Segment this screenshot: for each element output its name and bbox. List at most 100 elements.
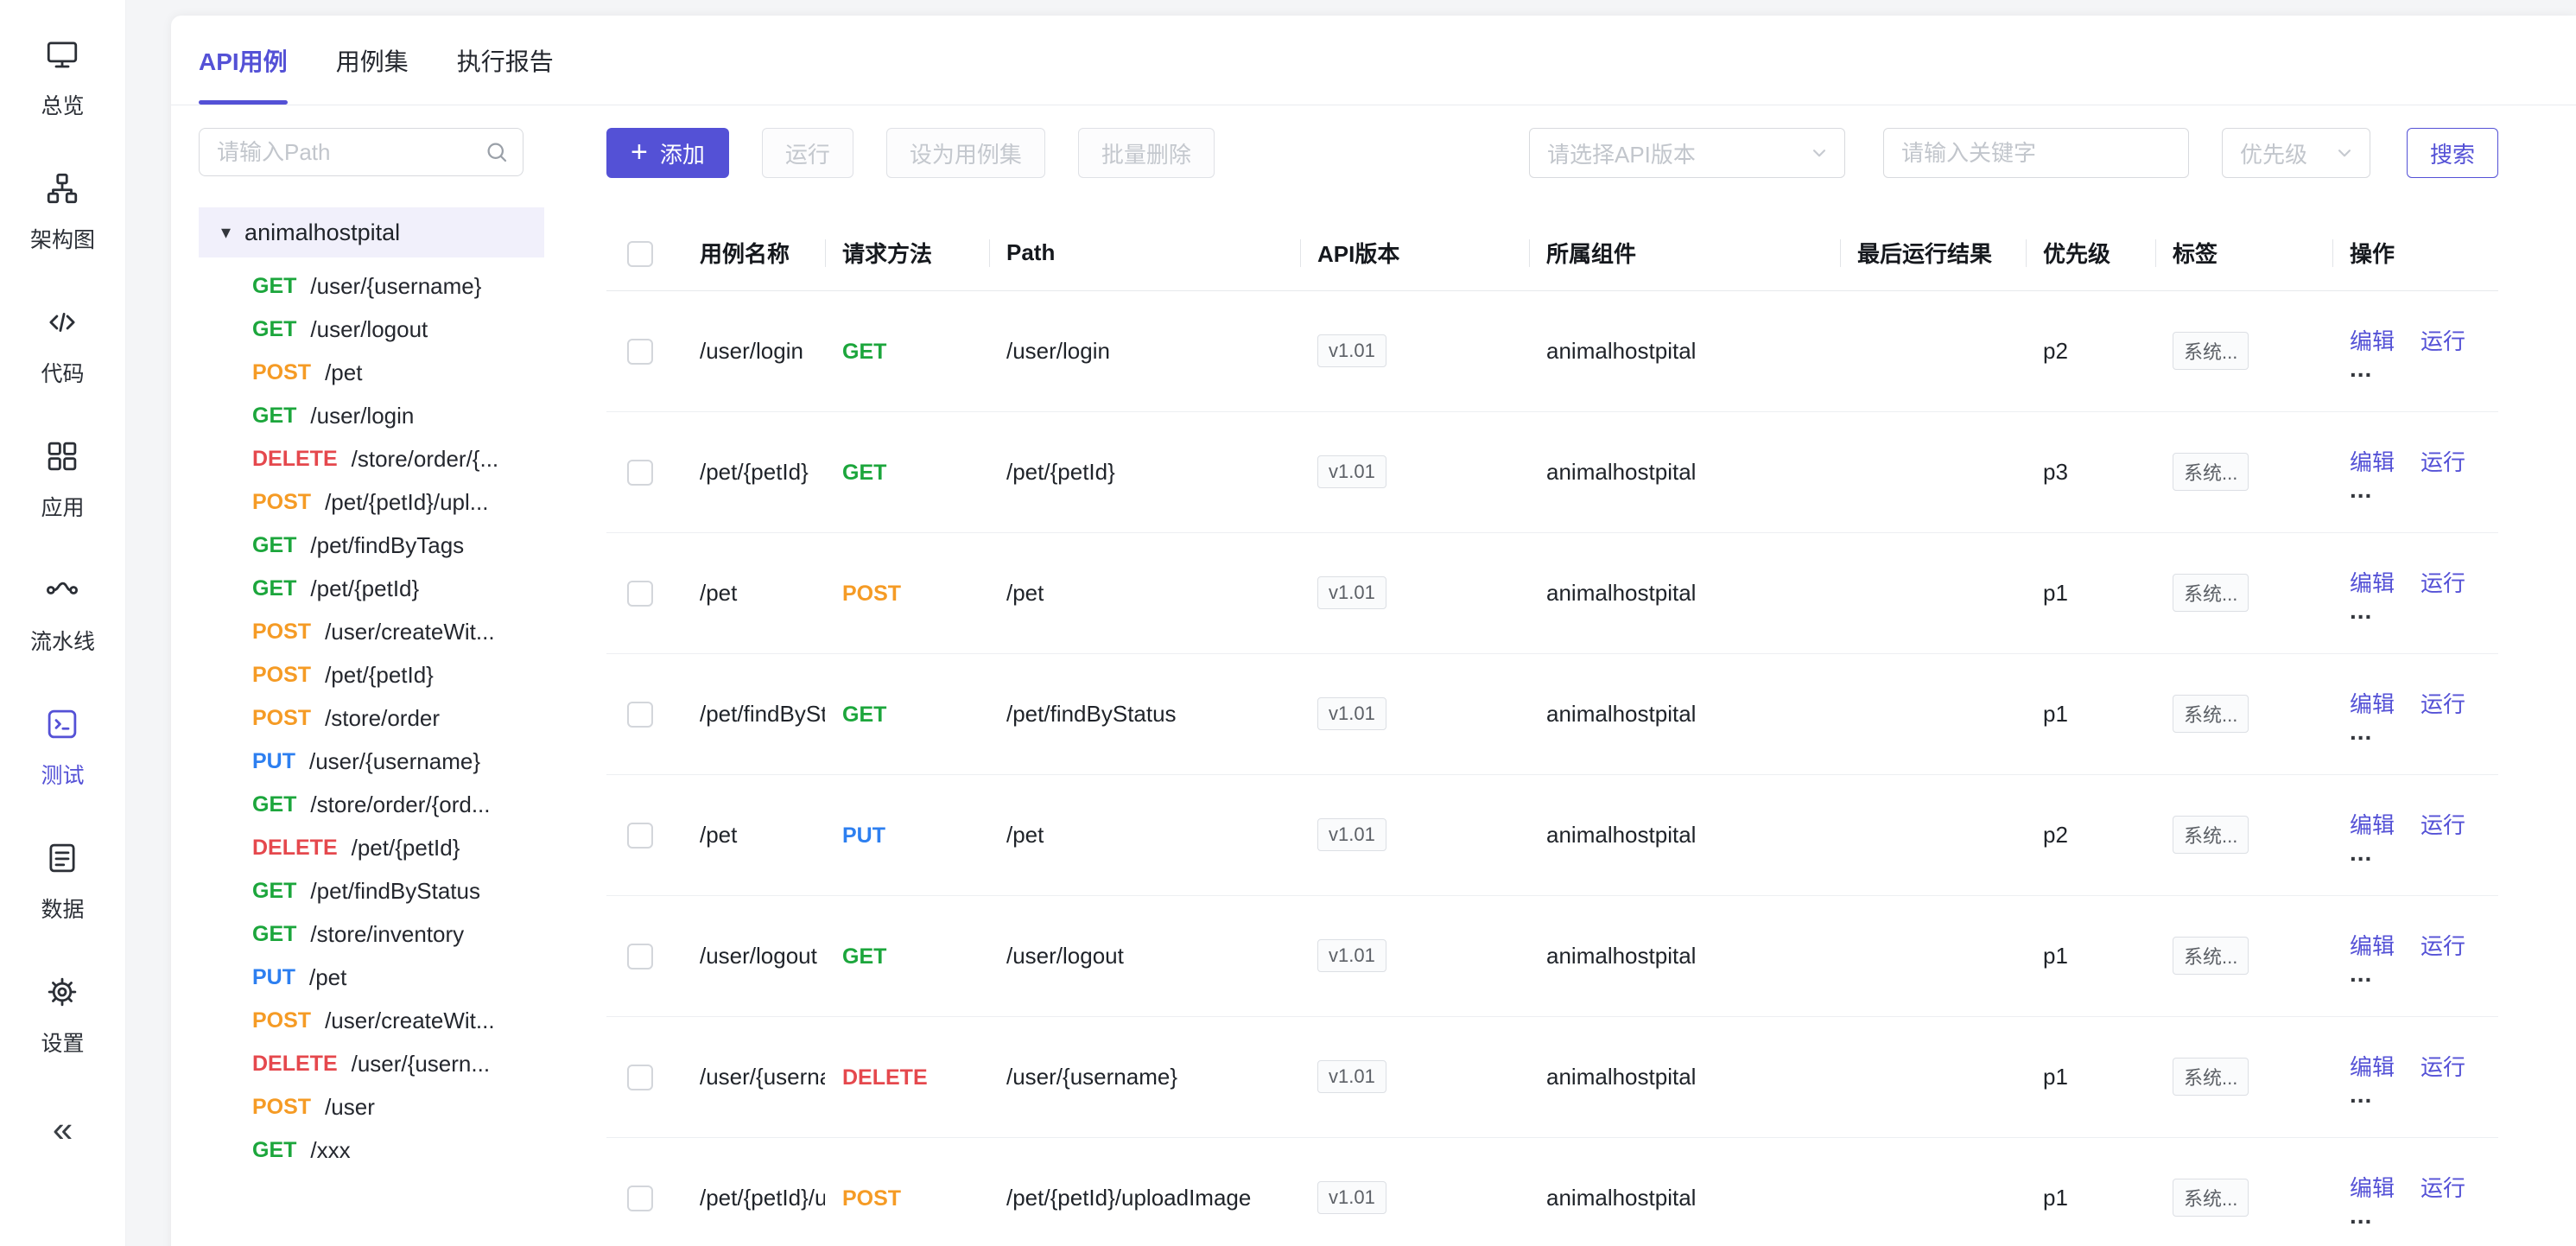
tree-item[interactable]: GET /pet/findByTags bbox=[199, 524, 544, 567]
sidebar-item-test[interactable]: 测试 bbox=[41, 706, 84, 790]
more-actions-icon[interactable]: ... bbox=[2350, 601, 2490, 620]
keyword-input[interactable] bbox=[1883, 128, 2189, 178]
tab-bar: API用例 用例集 执行报告 bbox=[171, 16, 2576, 105]
edit-link[interactable]: 编辑 bbox=[2350, 1175, 2395, 1201]
system-tag: 系统... bbox=[2173, 695, 2249, 733]
path-search-input[interactable] bbox=[199, 128, 523, 176]
api-tree-panel: ▾ animalhostpital GET /user/{username} G… bbox=[199, 128, 544, 1246]
edit-link[interactable]: 编辑 bbox=[2350, 328, 2395, 354]
component-cell: animalhostpital bbox=[1529, 653, 1840, 774]
edit-link[interactable]: 编辑 bbox=[2350, 1054, 2395, 1080]
search-icon[interactable] bbox=[484, 139, 510, 165]
component-cell: animalhostpital bbox=[1529, 774, 1840, 895]
sidebar-item-apps[interactable]: 应用 bbox=[41, 438, 84, 522]
more-actions-icon[interactable]: ... bbox=[2350, 359, 2490, 378]
sidebar: 总览 架构图 代码 应用 流水线 测试 bbox=[0, 0, 126, 1246]
edit-link[interactable]: 编辑 bbox=[2350, 570, 2395, 596]
component-cell: animalhostpital bbox=[1529, 532, 1840, 653]
tree-item[interactable]: GET /pet/findByStatus bbox=[199, 869, 544, 912]
row-checkbox[interactable] bbox=[627, 581, 653, 607]
run-link[interactable]: 运行 bbox=[2421, 570, 2465, 596]
tree-item[interactable]: POST /pet/{petId}/upl... bbox=[199, 480, 544, 524]
tree-item[interactable]: POST /pet bbox=[199, 351, 544, 394]
more-actions-icon[interactable]: ... bbox=[2350, 1206, 2490, 1225]
system-tag: 系统... bbox=[2173, 816, 2249, 854]
run-link[interactable]: 运行 bbox=[2421, 691, 2465, 717]
row-checkbox[interactable] bbox=[627, 460, 653, 486]
tree-item[interactable]: DELETE /pet/{petId} bbox=[199, 826, 544, 869]
sidebar-item-label: 数据 bbox=[41, 893, 84, 924]
row-checkbox[interactable] bbox=[627, 944, 653, 969]
edit-link[interactable]: 编辑 bbox=[2350, 449, 2395, 475]
tree-item[interactable]: DELETE /user/{usern... bbox=[199, 1042, 544, 1085]
more-actions-icon[interactable]: ... bbox=[2350, 964, 2490, 983]
sidebar-item-settings[interactable]: 设置 bbox=[41, 974, 84, 1058]
sidebar-item-code[interactable]: 代码 bbox=[41, 304, 84, 388]
priority-cell: p1 bbox=[2026, 895, 2155, 1016]
http-method-label: GET bbox=[842, 702, 886, 727]
tree-item[interactable]: GET /pet/{petId} bbox=[199, 567, 544, 610]
tree-item[interactable]: GET /xxx bbox=[199, 1128, 544, 1172]
http-method-label: POST bbox=[252, 360, 311, 385]
tree-item[interactable]: PUT /user/{username} bbox=[199, 740, 544, 783]
api-version-tag: v1.01 bbox=[1317, 1060, 1386, 1093]
priority-select[interactable]: 优先级 bbox=[2222, 128, 2370, 178]
run-link[interactable]: 运行 bbox=[2421, 1054, 2465, 1080]
row-checkbox[interactable] bbox=[627, 702, 653, 728]
tree-item[interactable]: GET /store/inventory bbox=[199, 912, 544, 956]
tree-item[interactable]: GET /store/order/{ord... bbox=[199, 783, 544, 826]
api-path-label: /xxx bbox=[310, 1137, 350, 1164]
run-link[interactable]: 运行 bbox=[2421, 933, 2465, 959]
api-version-select[interactable]: 请选择API版本 bbox=[1529, 128, 1845, 178]
row-checkbox[interactable] bbox=[627, 339, 653, 365]
more-actions-icon[interactable]: ... bbox=[2350, 722, 2490, 741]
add-button[interactable]: + 添加 bbox=[606, 128, 729, 178]
row-checkbox[interactable] bbox=[627, 1186, 653, 1211]
case-name-cell: /pet/{petId} bbox=[682, 411, 825, 532]
tree-item[interactable]: POST /user/createWit... bbox=[199, 610, 544, 653]
tree-item[interactable]: GET /user/{username} bbox=[199, 264, 544, 308]
api-path-label: /user bbox=[325, 1094, 375, 1121]
tree-item[interactable]: POST /user/createWit... bbox=[199, 999, 544, 1042]
collapse-sidebar-icon[interactable]: « bbox=[53, 1111, 73, 1147]
search-button[interactable]: 搜索 bbox=[2407, 128, 2498, 178]
edit-link[interactable]: 编辑 bbox=[2350, 691, 2395, 717]
select-all-checkbox[interactable] bbox=[627, 241, 653, 267]
actions-cell: 编辑运行 ... bbox=[2332, 774, 2498, 895]
row-checkbox[interactable] bbox=[627, 1065, 653, 1090]
sidebar-item-label: 架构图 bbox=[30, 223, 95, 254]
edit-link[interactable]: 编辑 bbox=[2350, 933, 2395, 959]
run-button[interactable]: 运行 bbox=[762, 128, 853, 178]
api-path-label: /user/createWit... bbox=[325, 1008, 495, 1034]
priority-cell: p2 bbox=[2026, 774, 2155, 895]
row-checkbox[interactable] bbox=[627, 823, 653, 849]
run-link[interactable]: 运行 bbox=[2421, 812, 2465, 838]
tree-item[interactable]: POST /store/order bbox=[199, 696, 544, 740]
tab-execution-reports[interactable]: 执行报告 bbox=[457, 16, 554, 105]
edit-link[interactable]: 编辑 bbox=[2350, 812, 2395, 838]
sidebar-item-data[interactable]: 数据 bbox=[41, 840, 84, 924]
tree-item[interactable]: DELETE /store/order/{... bbox=[199, 437, 544, 480]
run-link[interactable]: 运行 bbox=[2421, 1175, 2465, 1201]
system-tag: 系统... bbox=[2173, 1058, 2249, 1096]
more-actions-icon[interactable]: ... bbox=[2350, 480, 2490, 499]
sidebar-item-pipeline[interactable]: 流水线 bbox=[30, 572, 95, 656]
batch-delete-button[interactable]: 批量删除 bbox=[1078, 128, 1215, 178]
run-link[interactable]: 运行 bbox=[2421, 328, 2465, 354]
tab-case-collections[interactable]: 用例集 bbox=[336, 16, 409, 105]
tree-item[interactable]: POST /pet/{petId} bbox=[199, 653, 544, 696]
tab-api-cases[interactable]: API用例 bbox=[199, 16, 288, 105]
tree-item[interactable]: GET /user/logout bbox=[199, 308, 544, 351]
sidebar-item-architecture[interactable]: 架构图 bbox=[30, 170, 95, 254]
api-version-tag: v1.01 bbox=[1317, 939, 1386, 972]
set-collection-button[interactable]: 设为用例集 bbox=[886, 128, 1045, 178]
more-actions-icon[interactable]: ... bbox=[2350, 843, 2490, 862]
tree-root-node[interactable]: ▾ animalhostpital bbox=[199, 207, 544, 257]
tree-item[interactable]: GET /user/login bbox=[199, 394, 544, 437]
more-actions-icon[interactable]: ... bbox=[2350, 1085, 2490, 1104]
tree-item[interactable]: PUT /pet bbox=[199, 956, 544, 999]
run-link[interactable]: 运行 bbox=[2421, 449, 2465, 475]
tree-item[interactable]: POST /user bbox=[199, 1085, 544, 1128]
api-path-label: /pet bbox=[309, 964, 346, 991]
sidebar-item-overview[interactable]: 总览 bbox=[41, 36, 84, 120]
